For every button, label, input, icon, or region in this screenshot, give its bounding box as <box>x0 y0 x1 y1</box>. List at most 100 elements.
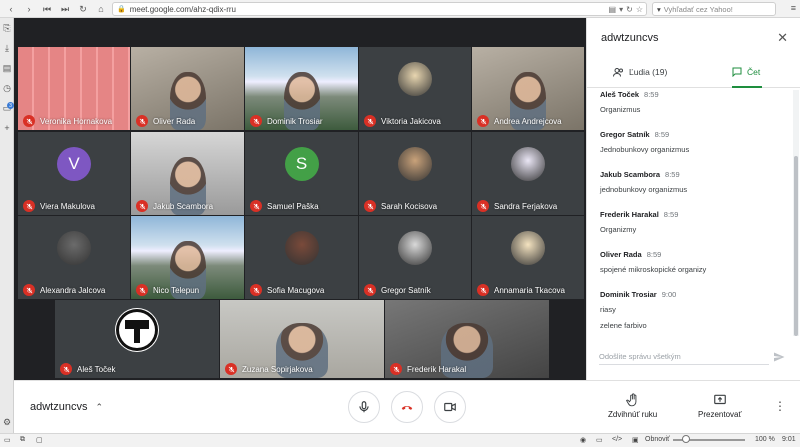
reader-icon[interactable]: ▤ <box>609 5 617 14</box>
forward-icon[interactable]: › <box>21 1 37 17</box>
participant-tile[interactable]: Annamaria Tkacova <box>472 216 584 299</box>
bookmark-star-icon[interactable]: ☆ <box>636 5 643 14</box>
hang-up-icon <box>401 405 413 410</box>
meeting-details[interactable]: adwtzuncvs ⌃ <box>30 401 103 413</box>
participant-name: Jakub Scambora <box>153 202 214 211</box>
participant-name: Oliver Rada <box>153 117 196 126</box>
close-icon[interactable]: ✕ <box>777 30 788 46</box>
more-options-icon[interactable]: ⋮ <box>774 400 786 412</box>
message-time: 8:59 <box>654 130 670 139</box>
camera-status-icon[interactable]: ◉ <box>580 436 586 444</box>
raise-hand-button[interactable]: Zdvihnúť ruku <box>608 393 657 419</box>
chat-scrollbar[interactable] <box>793 90 799 336</box>
notification-badge: 3 <box>7 102 14 109</box>
participant-tile[interactable]: Gregor Satník <box>359 216 471 299</box>
muted-mic-icon <box>364 284 376 296</box>
tab-people[interactable]: Ľudia (19) <box>613 67 667 77</box>
participant-tile[interactable]: Dominik Trosiar <box>245 47 358 130</box>
avatar: V <box>57 146 91 181</box>
participant-name: Viktoria Jakicova <box>381 117 441 126</box>
tab-chat[interactable]: Čet <box>732 67 760 77</box>
tab-chat-label: Čet <box>747 67 761 77</box>
participant-tile[interactable]: Aleš Toček <box>55 300 219 378</box>
menu-icon[interactable]: ≡ <box>791 3 796 13</box>
send-icon[interactable] <box>773 351 785 363</box>
back-icon[interactable]: ‹ <box>3 1 19 17</box>
refresh-label[interactable]: Obnoviť <box>645 436 670 443</box>
participant-tile[interactable]: Viktoria Jakicova <box>359 47 471 130</box>
settings-gear-icon[interactable]: ⚙ <box>1 416 13 428</box>
skip-back-icon[interactable]: ⏮ <box>39 1 55 17</box>
message-text: spojené mikroskopické organizy <box>600 265 707 274</box>
skip-forward-icon[interactable]: ⏭ <box>57 1 73 17</box>
chat-input[interactable]: Odošlite správu všetkým <box>599 352 769 365</box>
participant-tile[interactable]: V Viera Makulova <box>18 132 130 215</box>
window-icon[interactable]: ▢ <box>36 436 43 444</box>
participant-tile[interactable]: Sandra Ferjakova <box>472 132 584 215</box>
muted-mic-icon <box>136 115 148 127</box>
message-header: Frederik Harakal 8:59 <box>600 210 678 219</box>
add-panel-icon[interactable]: + <box>1 122 13 134</box>
downloads-icon[interactable]: ⤓ <box>1 42 13 54</box>
page-actions-icon[interactable]: </> <box>612 436 622 443</box>
microphone-button[interactable] <box>348 391 380 423</box>
panel-toggle-icon[interactable]: ▭ <box>4 436 11 444</box>
participant-tile[interactable]: Veronika Hornakova <box>18 47 130 130</box>
search-input[interactable]: ▾ Vyhľadať cez Yahoo! <box>652 2 776 16</box>
participant-tile[interactable]: Zuzana Sopirjakova <box>220 300 384 378</box>
participant-tile[interactable]: Andrea Andrejcova <box>472 47 584 130</box>
message-sender: Oliver Rada <box>600 250 642 259</box>
present-button[interactable]: Prezentovať <box>698 393 741 419</box>
microphone-icon <box>359 401 369 413</box>
home-icon[interactable]: ⌂ <box>93 1 109 17</box>
participant-name: Andrea Andrejcova <box>494 117 562 126</box>
participant-tile[interactable]: S Samuel Paška <box>245 132 358 215</box>
participant-tile[interactable]: Sarah Kocisova <box>359 132 471 215</box>
panel-tabs: Ľudia (19) Čet <box>587 58 800 88</box>
chevron-up-icon[interactable]: ⌃ <box>95 402 103 412</box>
people-icon <box>613 67 623 77</box>
zoom-slider-thumb[interactable] <box>682 435 690 443</box>
message-text: jednobunkovy organizmus <box>600 185 688 194</box>
refresh-small-icon[interactable]: ↻ <box>626 5 633 14</box>
muted-mic-icon <box>23 284 35 296</box>
scrollbar-thumb[interactable] <box>794 156 798 336</box>
muted-mic-icon <box>225 363 237 375</box>
screen-icon[interactable]: ▭ <box>596 436 603 444</box>
muted-mic-icon <box>364 115 376 127</box>
participant-tile[interactable]: Nico Telepun <box>131 216 244 299</box>
dropdown-icon[interactable]: ▾ <box>619 5 623 14</box>
participant-tile[interactable]: Jakub Scambora <box>131 132 244 215</box>
avatar <box>398 61 432 96</box>
history-icon[interactable]: ◷ <box>1 82 13 94</box>
message-header: Jakub Scambora 8:59 <box>600 170 687 179</box>
participant-name: Sarah Kocisova <box>381 202 438 211</box>
camera-icon <box>444 402 456 412</box>
avatar <box>511 146 545 181</box>
notes-icon[interactable]: ▤ <box>1 62 13 74</box>
browser-sidebar: ⎘ ⤓ ▤ ◷ ▭ 3 + ⚙ <box>0 18 14 433</box>
images-icon[interactable]: ▣ <box>632 436 639 444</box>
search-engine-dropdown-icon[interactable]: ▾ <box>657 5 661 14</box>
participant-tile[interactable]: Alexandra Jalcova <box>18 216 130 299</box>
hand-icon <box>625 393 637 407</box>
bookmarks-icon[interactable]: ⎘ <box>1 22 13 34</box>
tab-tiling-icon[interactable]: ⧉ <box>20 436 25 444</box>
reload-icon[interactable]: ↻ <box>75 1 91 17</box>
browser-toolbar: ‹ › ⏮ ⏭ ↻ ⌂ 🔒 meet.google.com/ahz-qdix-r… <box>0 0 800 18</box>
participant-tile[interactable]: Frederik Harakal <box>385 300 549 378</box>
message-time: 8:59 <box>665 170 680 179</box>
address-bar[interactable]: 🔒 meet.google.com/ahz-qdix-rru ▤ ▾ ↻ ☆ <box>112 2 647 16</box>
participant-name: Aleš Toček <box>77 365 116 374</box>
zoom-level[interactable]: 100 % <box>755 436 775 443</box>
chat-message: Aleš Toček 8:59 Organizmus <box>600 90 659 114</box>
camera-button[interactable] <box>434 391 466 423</box>
message-text: Jednobunkovy organizmus <box>600 145 690 154</box>
participant-tile[interactable]: Sofia Macugova <box>245 216 358 299</box>
message-sender: Dominik Trosiar <box>600 290 657 299</box>
active-tab-indicator <box>732 86 762 88</box>
leave-call-button[interactable] <box>391 391 423 423</box>
muted-mic-icon <box>136 284 148 296</box>
participant-tile[interactable]: Oliver Rada <box>131 47 244 130</box>
participant-name: Alexandra Jalcova <box>40 286 106 295</box>
